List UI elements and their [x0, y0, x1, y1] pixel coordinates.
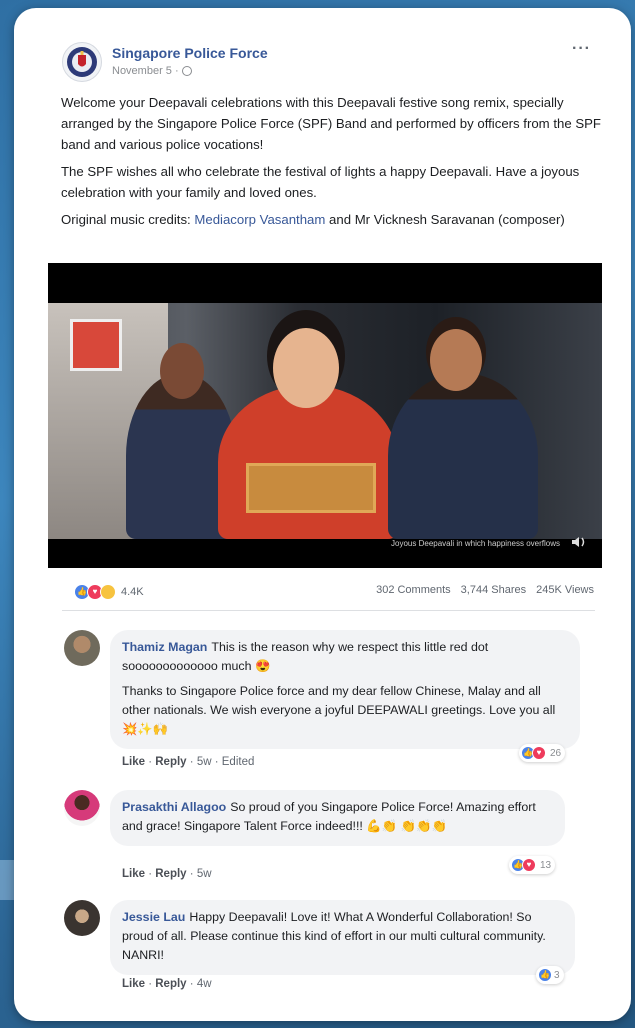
avatar[interactable] — [64, 900, 100, 936]
video-player[interactable]: Joyous Deepavali in which happiness over… — [48, 263, 602, 568]
officer-left-face — [160, 343, 204, 399]
officer-right-face — [430, 329, 482, 391]
post-paragraph: Welcome your Deepavali celebrations with… — [61, 95, 601, 152]
divider — [62, 610, 595, 611]
comment-actions: Like · Reply · 4w — [122, 978, 212, 990]
commenter-name[interactable]: Jessie Lau — [122, 910, 185, 924]
avatar[interactable] — [64, 630, 100, 666]
commenter-name[interactable]: Prasakthi Allagoo — [122, 800, 226, 814]
engagement-counts: 302 Comments 3,744 Shares 245K Views — [376, 584, 594, 596]
comment-bubble: Prasakthi Allagoo So proud of you Singapo… — [110, 790, 565, 846]
comments-count[interactable]: 302 Comments — [376, 584, 451, 596]
comment-text: Thanks to Singapore Police force and my … — [122, 684, 556, 736]
comment-reaction-count: 26 — [550, 747, 562, 759]
comment-time[interactable]: 4w — [197, 978, 212, 990]
love-reaction-icon: ♥ — [522, 858, 536, 872]
comment-time[interactable]: 5w — [197, 868, 212, 880]
comment-reaction-count: 13 — [540, 859, 552, 871]
post-credits: Original music credits: Mediacorp Vasant… — [61, 209, 601, 230]
singer-center-face — [273, 328, 339, 408]
spf-logo-icon[interactable] — [62, 42, 102, 82]
comment-actions: Like · Reply · 5w · Edited — [122, 756, 255, 768]
post-text: Welcome your Deepavali celebrations with… — [61, 92, 601, 236]
comment: Thamiz Magan This is the reason why we re… — [64, 630, 594, 770]
comment-bubble: Thamiz Magan This is the reason why we re… — [110, 630, 580, 749]
post-stats: 👍 ♥ 4.4K 302 Comments 3,744 Shares 245K … — [74, 584, 594, 602]
speaker-icon[interactable] — [570, 533, 588, 551]
mediacorp-link[interactable]: Mediacorp Vasantham — [194, 212, 325, 227]
reaction-count: 4.4K — [121, 586, 144, 598]
wow-reaction-icon — [100, 584, 116, 600]
post-header: Singapore Police Force November 5 · ··· — [62, 38, 591, 82]
love-reaction-icon: ♥ — [532, 746, 546, 760]
comment-time[interactable]: 5w — [197, 756, 212, 768]
comment-actions: Like · Reply · 5w — [122, 868, 212, 880]
like-reaction-icon: 👍 — [538, 968, 552, 982]
avatar[interactable] — [64, 790, 100, 826]
reply-link[interactable]: Reply — [155, 868, 186, 880]
credits-suffix: and Mr Vicknesh Saravanan (composer) — [325, 212, 565, 227]
reply-link[interactable]: Reply — [155, 978, 186, 990]
views-count: 245K Views — [536, 584, 594, 596]
comment: Jessie Lau Happy Deepavali! Love it! What… — [64, 900, 594, 1000]
like-link[interactable]: Like — [122, 868, 145, 880]
post-date[interactable]: November 5 · — [112, 65, 179, 77]
commenter-name[interactable]: Thamiz Magan — [122, 640, 207, 654]
reply-link[interactable]: Reply — [155, 756, 186, 768]
shares-count[interactable]: 3,744 Shares — [461, 584, 526, 596]
globe-icon — [181, 66, 192, 76]
like-link[interactable]: Like — [122, 756, 145, 768]
sweets-box — [246, 463, 376, 513]
post-paragraph: The SPF wishes all who celebrate the fes… — [61, 164, 580, 200]
singer-center — [218, 385, 398, 539]
police-sign — [70, 319, 122, 371]
comment-reactions[interactable]: 👍 ♥ 13 — [509, 856, 556, 874]
post-meta: November 5 · — [112, 65, 192, 77]
officer-right — [388, 373, 538, 539]
comment: Prasakthi Allagoo So proud of you Singapo… — [64, 790, 594, 886]
comment-bubble: Jessie Lau Happy Deepavali! Love it! What… — [110, 900, 575, 975]
comment-text: Happy Deepavali! Love it! What A Wonderf… — [122, 910, 546, 962]
comment-reaction-count: 3 — [554, 969, 560, 981]
reaction-summary[interactable]: 👍 ♥ 4.4K — [74, 584, 144, 600]
comment-reactions[interactable]: 👍 ♥ 26 — [519, 744, 566, 762]
page-name-link[interactable]: Singapore Police Force — [112, 45, 268, 61]
comment-reactions[interactable]: 👍 3 — [536, 966, 564, 984]
video-caption: Joyous Deepavali in which happiness over… — [391, 539, 560, 548]
like-link[interactable]: Like — [122, 978, 145, 990]
edited-label: Edited — [221, 756, 255, 768]
more-icon[interactable]: ··· — [572, 40, 591, 58]
credits-prefix: Original music credits: — [61, 212, 195, 227]
comment-line: Thamiz Magan This is the reason why we re… — [122, 638, 568, 676]
facebook-post-card: Singapore Police Force November 5 · ··· … — [14, 8, 631, 1021]
